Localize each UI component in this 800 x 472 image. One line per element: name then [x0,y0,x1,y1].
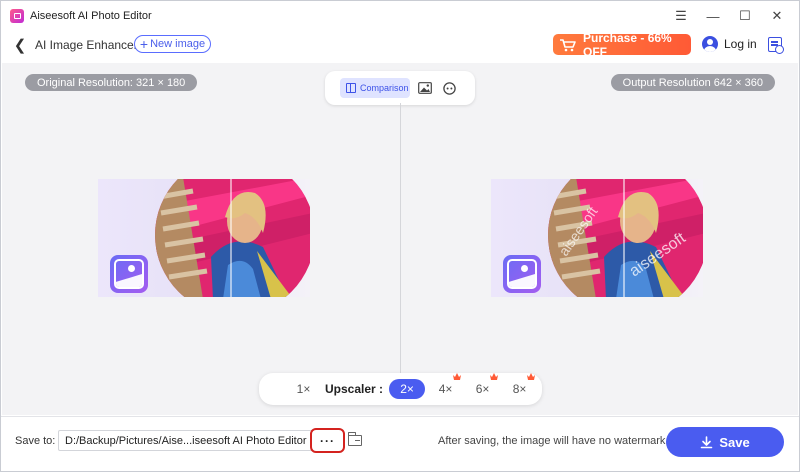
comparison-label: Comparison [360,83,409,93]
browse-more-button[interactable]: ··· [310,428,345,453]
user-avatar-icon [702,36,718,52]
window-title: Aiseesoft AI Photo Editor [30,10,152,22]
download-icon [701,435,713,448]
scale-option-4x-label: 4× [438,382,453,396]
image-placeholder-icon [503,255,541,293]
save-label: Save [719,434,750,450]
upscaler-label: Upscaler : [325,382,384,396]
app-window: Aiseesoft AI Photo Editor ☰ — ☐ ✕ ❮ AI I… [0,0,800,472]
image-placeholder-icon [110,255,148,293]
upscaler-bar: 1× Upscaler : 2× 4× 6× 8× [259,373,542,405]
side-by-side-view-icon[interactable] [440,79,458,97]
footer-bar: Save to: D:/Backup/Pictures/Aise...isees… [1,416,799,471]
minimize-button[interactable]: — [697,1,729,31]
premium-crown-icon [527,373,536,380]
plus-icon: + [139,36,149,52]
preview-workspace: Original Resolution: 321 × 180 Output Re… [2,63,798,415]
portrait-photo [155,179,310,297]
maximize-button[interactable]: ☐ [729,1,761,31]
scale-option-8x[interactable]: 8× [501,373,538,396]
save-path-field[interactable]: D:/Backup/Pictures/Aise...iseesoft AI Ph… [58,430,341,451]
scale-option-6x-label: 6× [475,382,490,396]
watermark-note: After saving, the image will have no wat… [438,435,669,447]
menu-button[interactable]: ☰ [665,1,697,31]
original-resolution-badge: Original Resolution: 321 × 180 [25,74,198,91]
split-view-icon [346,83,356,93]
scale-option-4x[interactable]: 4× [427,373,464,396]
app-logo-icon [10,9,24,23]
login-button[interactable]: Log in [702,36,757,52]
premium-crown-icon [490,373,499,380]
open-folder-icon[interactable] [348,432,362,446]
scale-option-1x[interactable]: 1× [285,382,322,396]
close-button[interactable]: ✕ [761,1,793,31]
original-image-preview [98,179,310,297]
comparison-divider[interactable] [400,103,401,373]
new-image-button[interactable]: + New image [134,35,211,53]
task-list-icon[interactable] [768,37,784,54]
cart-icon [559,38,577,52]
title-bar: Aiseesoft AI Photo Editor ☰ — ☐ ✕ [1,1,799,31]
login-label: Log in [724,37,757,51]
page-title: AI Image Enhancer [35,38,138,52]
purchase-button[interactable]: Purchase - 66% OFF [553,31,691,59]
scale-option-6x[interactable]: 6× [464,373,501,396]
comparison-view-button[interactable]: Comparison [340,78,410,98]
back-arrow-icon[interactable]: ❮ [13,37,27,54]
purchase-label: Purchase - 66% OFF [583,30,672,59]
save-to-label: Save to: [15,435,56,447]
scale-option-8x-label: 8× [512,382,527,396]
view-mode-toggle: Comparison [325,71,475,105]
portrait-photo-enhanced: aiseesoft aiseesoft [548,179,703,297]
output-image-preview: aiseesoft aiseesoft [491,179,703,297]
header-bar: ❮ AI Image Enhancer + New image Purchase… [1,31,799,61]
scale-option-2x[interactable]: 2× [389,379,426,399]
single-image-view-icon[interactable] [416,79,434,97]
window-controls: ☰ — ☐ ✕ [665,1,793,31]
new-image-label: New image [150,38,206,50]
premium-crown-icon [453,373,462,380]
output-resolution-badge: Output Resolution 642 × 360 [610,74,775,91]
save-button[interactable]: Save [666,427,784,457]
